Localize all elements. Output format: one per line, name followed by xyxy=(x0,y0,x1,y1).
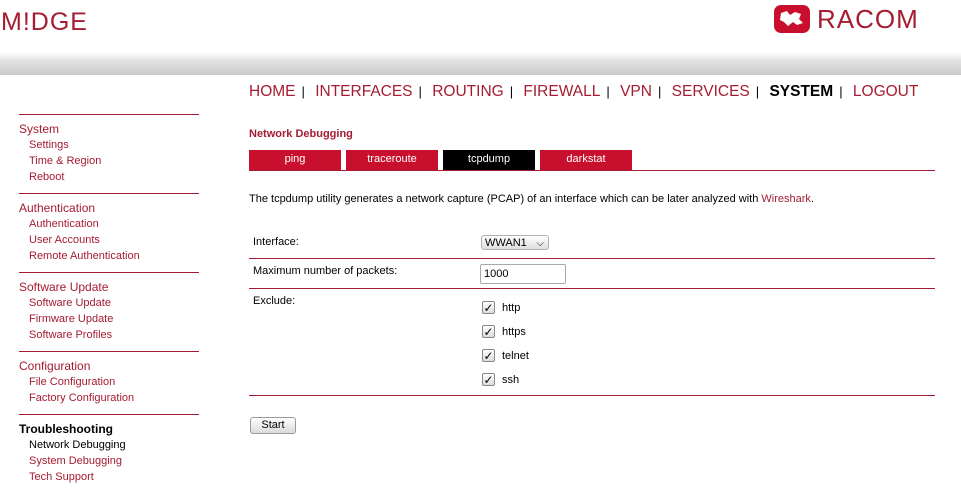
sidebar-title-configuration[interactable]: Configuration xyxy=(19,358,199,374)
racom-logo: RACOM xyxy=(773,3,919,35)
tab-tcpdump[interactable]: tcpdump xyxy=(443,150,535,170)
sidebar-item-file-configuration[interactable]: File Configuration xyxy=(19,374,199,390)
nav-interfaces[interactable]: INTERFACES xyxy=(315,83,412,100)
sidebar-title-software-update[interactable]: Software Update xyxy=(19,279,199,295)
exclude-https-option: ✓ https xyxy=(482,325,526,338)
max-packets-input[interactable]: 1000 xyxy=(480,264,566,284)
nav-firewall[interactable]: FIREWALL xyxy=(523,83,600,100)
racom-wordmark: RACOM xyxy=(817,3,919,34)
sidebar-item-reboot[interactable]: Reboot xyxy=(19,169,199,185)
description-text: The tcpdump utility generates a network … xyxy=(249,193,762,205)
sidebar-group-system: System Settings Time & Region Reboot xyxy=(19,114,199,193)
exclude-ssh-checkbox[interactable]: ✓ xyxy=(482,373,495,386)
row-max-packets: Maximum number of packets: 1000 xyxy=(249,259,935,289)
tab-traceroute[interactable]: traceroute xyxy=(346,150,438,170)
exclude-https-label: https xyxy=(502,325,526,338)
sidebar-group-configuration: Configuration File Configuration Factory… xyxy=(19,351,199,414)
nav-system[interactable]: SYSTEM xyxy=(769,83,833,100)
sidebar-item-firmware-update[interactable]: Firmware Update xyxy=(19,311,199,327)
nav-services[interactable]: SERVICES xyxy=(672,83,750,100)
sidebar-item-time-region[interactable]: Time & Region xyxy=(19,153,199,169)
sidebar-item-remote-authentication[interactable]: Remote Authentication xyxy=(19,248,199,264)
main-content: Network Debugging ping traceroute tcpdum… xyxy=(249,126,935,396)
sidebar-item-software-profiles[interactable]: Software Profiles xyxy=(19,327,199,343)
exclude-telnet-label: telnet xyxy=(502,349,529,362)
exclude-ssh-label: ssh xyxy=(502,373,520,386)
sidebar-item-factory-configuration[interactable]: Factory Configuration xyxy=(19,390,199,406)
tab-bar: ping traceroute tcpdump darkstat xyxy=(249,150,935,171)
nav-logout[interactable]: LOGOUT xyxy=(853,83,918,100)
row-interface: Interface: WWAN1 ⌵ xyxy=(249,230,935,259)
exclude-ssh-option: ✓ ssh xyxy=(482,373,519,386)
exclude-telnet-checkbox[interactable]: ✓ xyxy=(482,349,495,362)
top-navigation: HOME | INTERFACES | ROUTING | FIREWALL | VPN… xyxy=(249,83,919,100)
exclude-http-checkbox[interactable]: ✓ xyxy=(482,301,495,314)
sidebar-group-troubleshooting: Troubleshooting Network Debugging System… xyxy=(19,414,199,493)
interface-label: Interface: xyxy=(253,236,299,248)
chevron-down-icon: ⌵ xyxy=(536,238,544,249)
sidebar-group-authentication: Authentication Authentication User Accou… xyxy=(19,193,199,272)
description: The tcpdump utility generates a network … xyxy=(249,193,935,205)
sidebar-title-system[interactable]: System xyxy=(19,121,199,137)
sidebar-item-network-debugging[interactable]: Network Debugging xyxy=(19,437,199,453)
sidebar-item-system-debugging[interactable]: System Debugging xyxy=(19,453,199,469)
exclude-http-label: http xyxy=(502,301,521,314)
racom-map-icon xyxy=(774,5,810,33)
nav-vpn[interactable]: VPN xyxy=(620,83,652,100)
tab-darkstat[interactable]: darkstat xyxy=(540,150,632,170)
midge-logo: M!DGE xyxy=(1,8,88,36)
tcpdump-form: Interface: WWAN1 ⌵ Maximum number of pac… xyxy=(249,229,935,396)
sidebar-title-troubleshooting[interactable]: Troubleshooting xyxy=(19,421,199,437)
sidebar-title-authentication[interactable]: Authentication xyxy=(19,200,199,216)
wireshark-link[interactable]: Wireshark xyxy=(761,193,811,205)
sidebar-item-authentication[interactable]: Authentication xyxy=(19,216,199,232)
sidebar-item-tech-support[interactable]: Tech Support xyxy=(19,469,199,485)
exclude-label: Exclude: xyxy=(253,295,296,307)
sidebar-item-user-accounts[interactable]: User Accounts xyxy=(19,232,199,248)
interface-select[interactable]: WWAN1 ⌵ xyxy=(481,235,549,250)
row-exclude: Exclude: ✓ http ✓ https ✓ telnet ✓ ssh xyxy=(249,289,935,396)
nav-routing[interactable]: ROUTING xyxy=(432,83,503,100)
sidebar: System Settings Time & Region Reboot Aut… xyxy=(19,114,199,493)
start-button[interactable]: Start xyxy=(250,417,296,434)
description-end: . xyxy=(810,193,814,205)
interface-selected-value: WWAN1 xyxy=(485,237,527,249)
nav-home[interactable]: HOME xyxy=(249,83,296,100)
sidebar-item-software-update[interactable]: Software Update xyxy=(19,295,199,311)
sidebar-item-settings[interactable]: Settings xyxy=(19,137,199,153)
header-bar: M!DGE RACOM xyxy=(0,0,961,75)
exclude-telnet-option: ✓ telnet xyxy=(482,349,529,362)
page-title: Network Debugging xyxy=(249,128,353,140)
tab-ping[interactable]: ping xyxy=(249,150,341,170)
exclude-https-checkbox[interactable]: ✓ xyxy=(482,325,495,338)
max-packets-label: Maximum number of packets: xyxy=(253,265,398,277)
exclude-http-option: ✓ http xyxy=(482,301,520,314)
sidebar-group-software-update: Software Update Software Update Firmware… xyxy=(19,272,199,351)
